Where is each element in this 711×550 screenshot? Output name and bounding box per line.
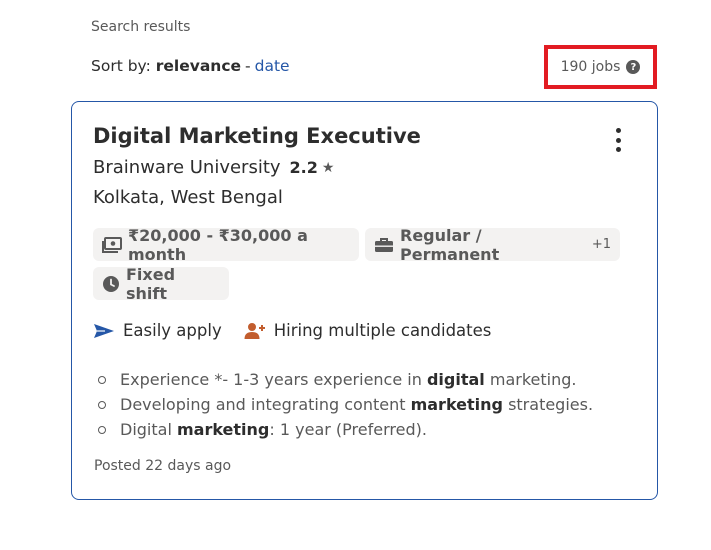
sort-date-link[interactable]: date — [255, 57, 290, 75]
sort-separator: - — [245, 57, 251, 75]
sort-relevance[interactable]: relevance — [156, 57, 241, 75]
shift-text: Fixed shift — [126, 264, 176, 303]
clock-icon — [103, 275, 119, 292]
company-name[interactable]: Brainware University — [93, 157, 281, 178]
send-arrow-icon — [94, 323, 114, 338]
company-row: Brainware University 2.2 ★ — [93, 157, 334, 178]
job-snippet: Experience *- 1-3 years experience in di… — [98, 367, 593, 442]
hiring-multiple-text: Hiring multiple candidates — [273, 321, 492, 340]
job-type-text: Regular / Permanent — [400, 225, 500, 264]
easy-apply-text: Easily apply — [123, 321, 222, 340]
snippet-text: Developing and integrating content marke… — [120, 395, 594, 414]
job-type-more[interactable]: +1 — [592, 237, 611, 252]
snippet-item: Developing and integrating content marke… — [98, 392, 593, 417]
snippet-item: Experience *- 1-3 years experience in di… — [98, 367, 593, 392]
salary-chip: ₹20,000 - ₹30,000 a month — [93, 225, 359, 264]
bullet-icon — [98, 425, 106, 434]
person-add-icon — [244, 322, 265, 339]
money-icon — [102, 236, 122, 253]
job-type-chip: Regular / Permanent +1 — [365, 225, 620, 264]
posted-date: Posted 22 days ago — [94, 458, 232, 474]
snippet-text: Digital marketing: 1 year (Preferred). — [120, 420, 427, 439]
job-title[interactable]: Digital Marketing Executive — [93, 124, 421, 148]
star-icon: ★ — [321, 159, 335, 176]
briefcase-icon — [375, 237, 393, 252]
job-count: 190 jobs — [560, 59, 621, 75]
attributes-row: Easily apply Hiring multiple candidates — [93, 321, 491, 340]
bullet-icon — [98, 375, 106, 384]
help-icon[interactable]: ? — [626, 60, 641, 74]
search-results-label: Search results — [91, 19, 191, 35]
snippet-text: Experience *- 1-3 years experience in di… — [120, 370, 577, 389]
job-count-box: 190 jobs ? — [544, 45, 657, 89]
sort-row: Sort by: relevance - date — [91, 57, 290, 75]
hiring-multiple-attribute: Hiring multiple candidates — [244, 321, 492, 340]
easy-apply-attribute: Easily apply — [93, 321, 222, 340]
company-rating: 2.2 — [289, 158, 318, 177]
bullet-icon — [98, 400, 106, 409]
kebab-menu-icon[interactable] — [606, 126, 630, 154]
shift-chip: Fixed shift — [93, 264, 229, 303]
sort-prefix: Sort by: — [91, 57, 151, 75]
job-location: Kolkata, West Bengal — [93, 187, 283, 208]
salary-text: ₹20,000 - ₹30,000 a month — [128, 225, 308, 264]
job-card[interactable]: Digital Marketing Executive Brainware Un… — [71, 101, 658, 500]
snippet-item: Digital marketing: 1 year (Preferred). — [98, 417, 593, 442]
